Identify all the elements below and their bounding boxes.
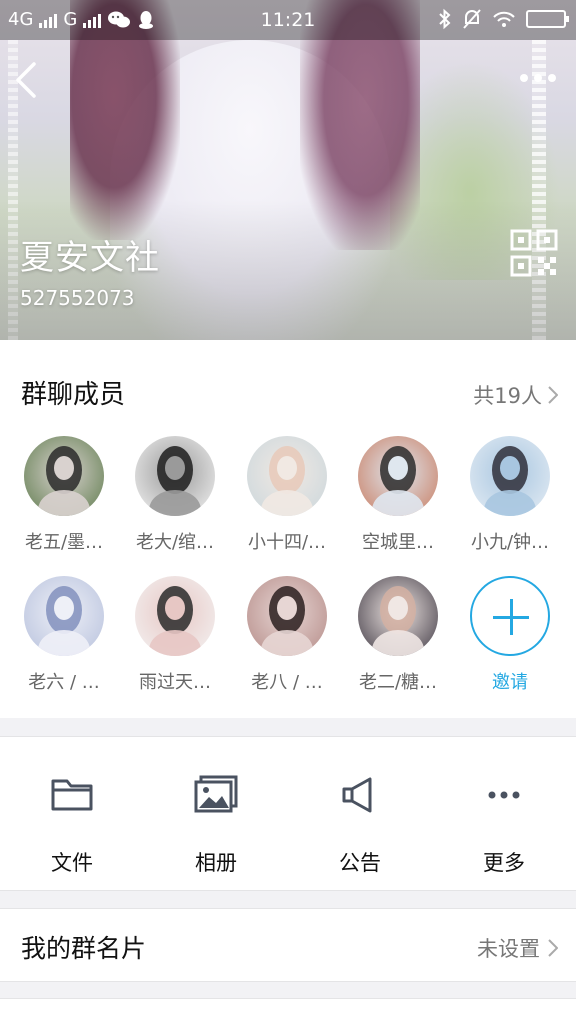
members-count-link[interactable]: 共19人 bbox=[473, 380, 558, 410]
member-name: 老五/墨… bbox=[24, 532, 104, 553]
plus-icon bbox=[470, 576, 550, 656]
group-tools-bar: 文件 相册 公告 更多 bbox=[0, 736, 576, 891]
member-name: 老二/糖… bbox=[358, 672, 438, 693]
group-header-banner: 4G G 11:21 夏安文社 527552073 bbox=[0, 0, 576, 340]
tool-more[interactable]: 更多 bbox=[432, 737, 576, 892]
member-item[interactable]: 雨过天… bbox=[127, 576, 223, 694]
bluetooth-icon bbox=[439, 8, 451, 30]
qr-code-button[interactable] bbox=[510, 229, 558, 277]
my-group-card-value: 未设置 bbox=[477, 937, 540, 961]
tool-announcement-label: 公告 bbox=[339, 851, 381, 875]
wifi-icon bbox=[493, 11, 515, 27]
chevron-right-icon bbox=[548, 939, 558, 957]
chevron-right-icon bbox=[548, 386, 558, 404]
group-id: 527552073 bbox=[20, 286, 135, 310]
invite-label: 邀请 bbox=[492, 672, 528, 693]
album-icon bbox=[194, 775, 238, 813]
member-name: 雨过天… bbox=[139, 672, 211, 693]
avatar bbox=[24, 576, 104, 656]
tool-album-label: 相册 bbox=[195, 851, 237, 875]
qr-code-icon bbox=[510, 229, 558, 277]
back-arrow-icon bbox=[16, 62, 36, 98]
member-name: 空城里… bbox=[362, 532, 434, 553]
avatar bbox=[470, 436, 550, 516]
tool-more-label: 更多 bbox=[483, 851, 525, 875]
member-item[interactable]: 小九/钟… bbox=[462, 436, 558, 554]
my-group-card-row[interactable]: 我的群名片 未设置 bbox=[0, 908, 576, 982]
my-group-card-value-wrap: 未设置 bbox=[477, 933, 558, 963]
avatar bbox=[135, 436, 215, 516]
next-settings-row[interactable] bbox=[0, 998, 576, 1024]
battery-icon bbox=[526, 10, 569, 28]
members-title: 群聊成员 bbox=[21, 380, 126, 410]
group-name: 夏安文社 bbox=[20, 238, 160, 278]
member-name: 老大/绾… bbox=[135, 532, 215, 553]
invite-button[interactable]: 邀请 bbox=[462, 576, 558, 694]
member-name: 老八 / … bbox=[251, 672, 323, 693]
member-item[interactable]: 老六 / … bbox=[16, 576, 112, 694]
member-item[interactable]: 空城里… bbox=[350, 436, 446, 554]
my-group-card-title: 我的群名片 bbox=[21, 934, 147, 963]
member-name: 小九/钟… bbox=[470, 532, 550, 553]
members-section: 群聊成员 共19人 老五/墨… 老大/绾… 小十四/… 空城里… 小九/钟… 老六 / …… bbox=[0, 340, 576, 718]
tool-files[interactable]: 文件 bbox=[0, 737, 144, 892]
tool-announcement[interactable]: 公告 bbox=[288, 737, 432, 892]
member-item[interactable]: 老二/糖… bbox=[350, 576, 446, 694]
avatar bbox=[358, 436, 438, 516]
avatar bbox=[358, 576, 438, 656]
members-count-label: 共19人 bbox=[473, 384, 542, 408]
member-name: 老六 / … bbox=[28, 672, 100, 693]
back-button[interactable] bbox=[10, 58, 44, 102]
avatar bbox=[24, 436, 104, 516]
avatar bbox=[247, 436, 327, 516]
member-item[interactable]: 老大/绾… bbox=[127, 436, 223, 554]
tool-album[interactable]: 相册 bbox=[144, 737, 288, 892]
avatar bbox=[135, 576, 215, 656]
more-options-button[interactable] bbox=[520, 68, 564, 88]
more-dots-icon bbox=[488, 791, 520, 799]
avatar bbox=[247, 576, 327, 656]
member-name: 小十四/… bbox=[247, 532, 327, 553]
mute-bell-icon bbox=[463, 9, 481, 29]
member-item[interactable]: 老八 / … bbox=[239, 576, 335, 694]
megaphone-icon bbox=[342, 777, 372, 813]
tool-files-label: 文件 bbox=[51, 851, 93, 875]
member-item[interactable]: 老五/墨… bbox=[16, 436, 112, 554]
member-item[interactable]: 小十四/… bbox=[239, 436, 335, 554]
folder-icon bbox=[51, 779, 93, 811]
status-right bbox=[438, 8, 569, 30]
status-bar: 4G G 11:21 bbox=[0, 0, 576, 40]
